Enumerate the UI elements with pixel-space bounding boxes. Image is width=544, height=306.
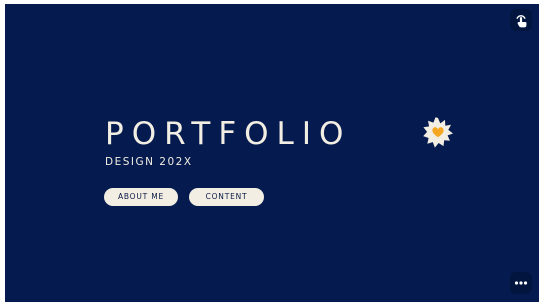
heart-badge-icon (422, 116, 454, 148)
tap-hand-button[interactable] (510, 9, 532, 31)
page-subtitle: DESIGN 202X (105, 156, 193, 168)
page-title: PORTFOLIO (105, 116, 352, 152)
tap-hand-icon (516, 15, 527, 28)
slide-canvas: PORTFOLIO DESIGN 202X ABOUT ME CONTENT (5, 4, 539, 302)
about-me-button[interactable]: ABOUT ME (104, 188, 178, 206)
more-options-button[interactable] (510, 272, 532, 294)
more-options-icon (514, 281, 528, 285)
viewer-frame: PORTFOLIO DESIGN 202X ABOUT ME CONTENT (0, 0, 544, 306)
content-button[interactable]: CONTENT (189, 188, 264, 206)
